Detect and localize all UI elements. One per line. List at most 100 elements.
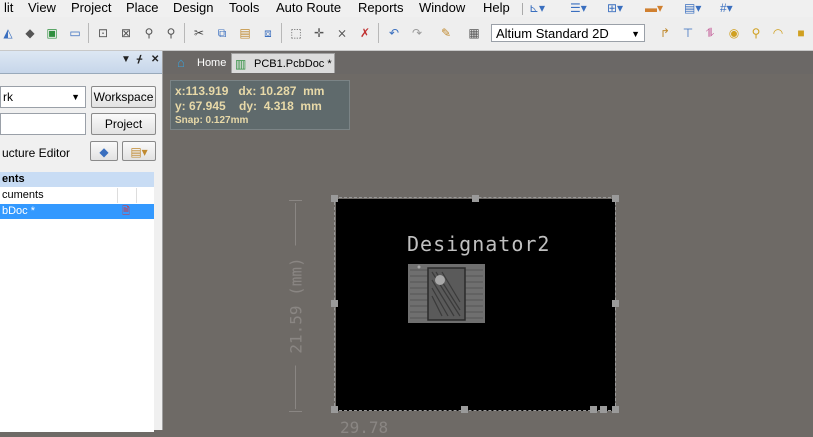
deselect-icon[interactable]: ⨯ [334, 25, 350, 41]
main-toolbar: ◭ ◆ ▣ ▭ ⊡ ⊠ ⚲ ⚲ ✂ ⧉ ▤ ⧈ ⬚ ✛ ⨯ ✗ ↶ ↷ ✎ ▦ … [0, 17, 813, 51]
menu-reports[interactable]: Reports [356, 0, 406, 17]
resize-handle[interactable] [590, 406, 597, 413]
pcb-doc-icon: ▥ [235, 57, 247, 71]
vertical-dimension: 21.59 (mm) [284, 200, 308, 412]
menu-bar: lit View Project Place Design Tools Auto… [0, 0, 813, 17]
tab-pcb1-label: PCB1.PcbDoc * [254, 58, 332, 70]
menubar-separator [522, 3, 523, 15]
vertical-dimension-label: 21.59 (mm) [286, 245, 306, 366]
resize-handle[interactable] [331, 300, 338, 307]
interactive-route-icon[interactable]: ⊤ [680, 25, 696, 41]
zoom-select-icon[interactable]: ⚲ [141, 25, 157, 41]
tree-row-label: cuments [2, 189, 44, 201]
close-icon[interactable]: ✕ [151, 54, 159, 65]
panel-menu-icon[interactable]: ▼ [121, 54, 131, 65]
project-tree: ents cuments bDoc * 🗎 [0, 172, 154, 432]
tree-divider [136, 188, 137, 203]
menu-project[interactable]: Project [69, 0, 113, 17]
structure-options-icon[interactable]: ▤▾ [122, 141, 156, 161]
view-config-select[interactable]: Altium Standard 2D ▼ [491, 24, 645, 42]
move-icon[interactable]: ✛ [311, 25, 327, 41]
grid-icon[interactable]: #▾ [720, 1, 733, 15]
menu-edit[interactable]: lit [2, 0, 15, 17]
pin-icon[interactable]: ᚋ [137, 54, 142, 65]
menu-help[interactable]: Help [481, 0, 512, 17]
panel-header: ▼ ᚋ ✕ [0, 51, 162, 74]
hud-snap-readout: Snap: 0.127mm [175, 115, 249, 126]
copy-icon[interactable]: ⧉ [214, 25, 230, 41]
tree-divider [117, 188, 118, 203]
arrange-icon[interactable]: ⊞▾ [607, 1, 623, 15]
modified-document-icon: 🗎 [122, 206, 131, 217]
menu-window[interactable]: Window [417, 0, 467, 17]
open-icon[interactable]: ▭ [67, 25, 83, 41]
toolbar-separator [281, 23, 282, 43]
align-icon[interactable]: ⊾▾ [529, 1, 545, 15]
chevron-down-icon: ▼ [631, 29, 640, 39]
tree-header: ents [0, 172, 154, 187]
resize-handle[interactable] [612, 300, 619, 307]
document-tab-strip: ⌂ Home ▥ PCB1.PcbDoc * [163, 51, 813, 74]
menu-place[interactable]: Place [124, 0, 161, 17]
resize-handle[interactable] [331, 195, 338, 202]
layers-icon[interactable]: ◭ [0, 25, 16, 41]
component-footprint[interactable] [408, 264, 485, 323]
resize-handle[interactable] [472, 195, 479, 202]
tab-home[interactable]: ⌂ Home [175, 53, 231, 73]
toolbar-separator [184, 23, 185, 43]
save-icon[interactable]: ▣ [44, 25, 60, 41]
tree-row-documents[interactable]: cuments [0, 188, 154, 203]
undo-icon[interactable]: ↶ [386, 25, 402, 41]
home-icon: ⌂ [177, 55, 185, 70]
pad-icon[interactable]: ⚲ [748, 25, 764, 41]
hud-y-readout: y: 67.945 dy: 4.318 mm [175, 99, 322, 113]
project-button[interactable]: Project [91, 113, 156, 135]
resize-handle[interactable] [331, 406, 338, 413]
menu-design[interactable]: Design [171, 0, 215, 17]
workspace-button[interactable]: Workspace [91, 86, 156, 108]
zoom-filter-icon[interactable]: ⚲ [163, 25, 179, 41]
arc-icon[interactable]: ◠ [770, 25, 786, 41]
pen-icon[interactable]: ✎ [438, 25, 454, 41]
zoom-fit-icon[interactable]: ⊠ [118, 25, 134, 41]
chevron-down-icon: ▼ [71, 92, 80, 102]
heads-up-display: x:113.919 dx: 10.287 mm y: 67.945 dy: 4.… [170, 80, 350, 130]
dimension-tick [289, 411, 302, 412]
tree-row-pcbdoc[interactable]: bDoc * 🗎 [0, 204, 154, 219]
via-icon[interactable]: ◉ [726, 25, 742, 41]
tab-home-label: Home [197, 57, 227, 69]
diff-pair-icon[interactable]: ⥮ [702, 25, 718, 41]
structure-editor-label: ucture Editor [2, 146, 71, 160]
tree-header-label: ents [2, 173, 25, 185]
resize-handle[interactable] [461, 406, 468, 413]
project-field[interactable] [0, 113, 86, 135]
workspace-combo[interactable]: rk ▼ [0, 86, 86, 108]
menu-tools[interactable]: Tools [227, 0, 261, 17]
zoom-icon[interactable]: ⊡ [95, 25, 111, 41]
structure-view-icon[interactable]: ◆ [90, 141, 118, 161]
menu-view[interactable]: View [26, 0, 58, 17]
projects-panel: ▼ ᚋ ✕ rk ▼ Workspace Project ucture Edit… [0, 51, 163, 432]
highlight-icon[interactable]: ▬▾ [645, 1, 663, 15]
resize-handle[interactable] [612, 406, 619, 413]
select-rect-icon[interactable]: ⬚ [288, 25, 304, 41]
horizontal-dimension-label: 29.78 [340, 418, 389, 437]
distribute-icon[interactable]: ☰▾ [570, 1, 587, 15]
toolbar-separator [88, 23, 89, 43]
menu-auto-route[interactable]: Auto Route [274, 0, 343, 17]
component-icon[interactable]: ▤▾ [684, 1, 701, 15]
resize-handle[interactable] [612, 195, 619, 202]
tab-pcb1[interactable]: ▥ PCB1.PcbDoc * [231, 53, 335, 73]
redo-icon[interactable]: ↷ [409, 25, 425, 41]
board-icon[interactable]: ◆ [22, 25, 38, 41]
cut-icon[interactable]: ✂ [191, 25, 207, 41]
cross-icon[interactable]: ✗ [357, 25, 373, 41]
rubber-stamp-icon[interactable]: ⧈ [260, 25, 276, 41]
designator-label[interactable]: Designator2 [407, 232, 550, 256]
fill-icon[interactable]: ■ [793, 25, 809, 41]
route-icon[interactable]: ↱ [657, 25, 673, 41]
resize-handle[interactable] [600, 406, 607, 413]
paste-icon[interactable]: ▤ [237, 25, 253, 41]
tree-row-label: bDoc * [2, 205, 36, 217]
library-icon[interactable]: ▦ [466, 25, 482, 41]
